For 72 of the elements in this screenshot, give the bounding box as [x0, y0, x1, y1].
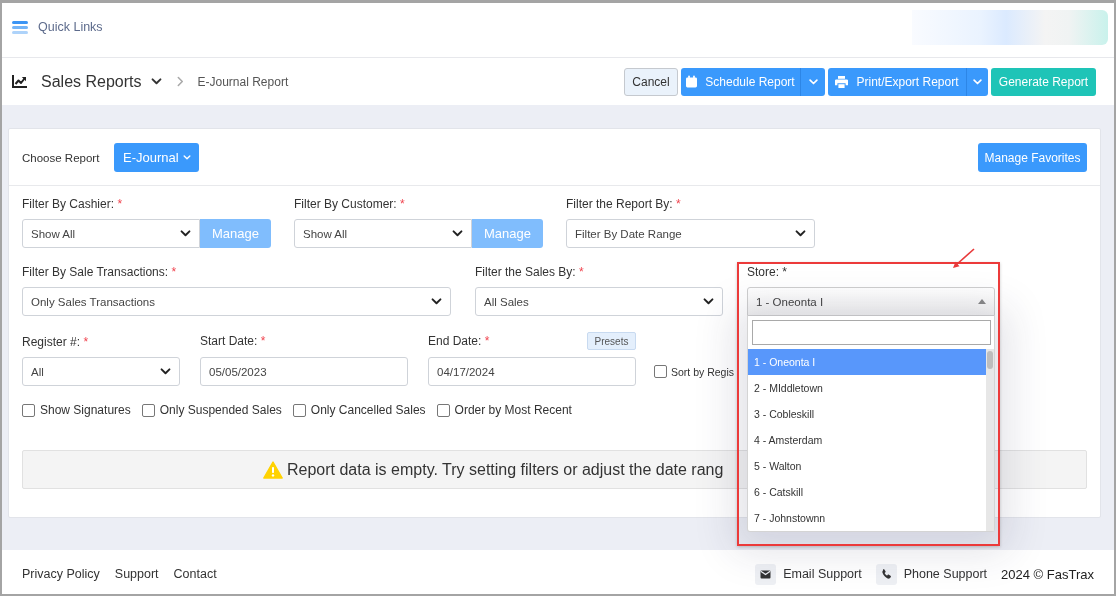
field-label: Filter the Report By: * — [566, 196, 682, 212]
field-label: Store: * — [747, 264, 789, 280]
field-label: Choose Report — [22, 151, 100, 164]
section-title[interactable]: Sales Reports — [41, 72, 142, 91]
dropdown-toggle-button[interactable] — [966, 67, 988, 96]
dropdown-option[interactable]: 6 - Catskill — [748, 479, 986, 505]
copyright-text: 2024 © FasTrax — [1001, 566, 1094, 582]
chevron-down-icon — [973, 78, 982, 85]
chevron-down-icon — [150, 78, 162, 85]
chevron-down-icon — [160, 368, 171, 375]
dropdown-option[interactable]: 5 - Walton — [748, 453, 986, 479]
checkbox[interactable] — [22, 403, 35, 417]
store-select[interactable]: 1 - Oneonta I — [747, 287, 995, 316]
search-field[interactable] — [752, 320, 991, 345]
chevron-down-icon — [182, 155, 191, 160]
field-label: Filter By Sale Transactions: * — [22, 264, 178, 280]
calendar-icon — [686, 75, 698, 88]
pointer-arrow — [951, 248, 975, 270]
checkbox-label: Order by Most Recent — [454, 403, 572, 417]
select-field[interactable]: Filter By Date Range — [566, 219, 815, 248]
email-support-link[interactable]: Email Support — [783, 567, 862, 581]
footer-link[interactable]: Support — [114, 567, 159, 581]
caret-up-icon — [978, 299, 986, 304]
checkbox-label: Only Suspended Sales — [159, 403, 282, 417]
chevron-down-icon — [808, 78, 818, 85]
dropdown-toggle-button[interactable] — [800, 67, 825, 96]
chevron-down-icon — [703, 298, 714, 305]
chevron-down-icon — [180, 230, 191, 237]
date-field[interactable]: 04/17/2024 — [428, 357, 636, 386]
scrollbar-thumb[interactable] — [987, 351, 993, 369]
dropdown-option[interactable]: 2 - MIddletown — [748, 375, 986, 401]
chevron-down-icon — [452, 230, 463, 237]
breadcrumb-current: E-Journal Report — [197, 74, 289, 89]
phone-icon — [875, 563, 897, 585]
phone-support-link[interactable]: Phone Support — [903, 567, 988, 581]
cancel-button[interactable]: Cancel — [624, 67, 678, 96]
scrollbar-track[interactable] — [986, 349, 994, 531]
checkbox[interactable] — [436, 403, 450, 417]
checkbox-label: Show Signatures — [40, 403, 131, 417]
select-field[interactable]: Only Sales Transactions — [22, 287, 451, 316]
menu-icon — [12, 20, 28, 34]
warning-icon — [263, 460, 283, 479]
quick-links-link[interactable]: Quick Links — [38, 20, 103, 34]
dropdown-option[interactable]: 7 - Johnstownn — [748, 505, 986, 531]
select-field[interactable]: Show All — [294, 219, 472, 248]
checkbox-label: Only Cancelled Sales — [310, 403, 426, 417]
checkbox[interactable] — [292, 403, 306, 417]
printer-icon — [835, 75, 849, 88]
checkbox[interactable] — [654, 365, 667, 378]
chevron-right-icon — [176, 76, 184, 87]
chevron-down-icon — [431, 298, 442, 305]
field-label: Start Date: * — [200, 333, 266, 349]
field-label: Register #: * — [22, 334, 90, 350]
field-label: Filter the Sales By: * — [475, 264, 585, 280]
select-field[interactable]: All Sales — [475, 287, 723, 316]
presets-button[interactable]: Presets — [587, 332, 636, 350]
line-chart-icon — [12, 75, 27, 88]
field-label: Filter By Cashier: * — [22, 196, 124, 212]
footer-link[interactable]: Privacy Policy — [22, 567, 100, 581]
dropdown-option[interactable]: 4 - Amsterdam — [748, 427, 986, 453]
select-field[interactable]: Show All — [22, 219, 200, 248]
checkbox-label: Sort by Regis — [671, 365, 735, 378]
alert-message: Report data is empty. Try setting filters or adjust the date rang — [287, 460, 724, 479]
envelope-icon — [755, 563, 777, 585]
chevron-down-icon — [795, 230, 806, 237]
field-label: Filter By Customer: * — [294, 196, 406, 212]
dropdown-option[interactable]: 3 - Cobleskill — [748, 401, 986, 427]
select-field[interactable]: All — [22, 357, 180, 386]
checkbox[interactable] — [141, 403, 155, 417]
field-label: End Date: * — [428, 333, 490, 349]
footer-link[interactable]: Contact — [173, 567, 217, 581]
date-field[interactable]: 05/05/2023 — [200, 357, 408, 386]
